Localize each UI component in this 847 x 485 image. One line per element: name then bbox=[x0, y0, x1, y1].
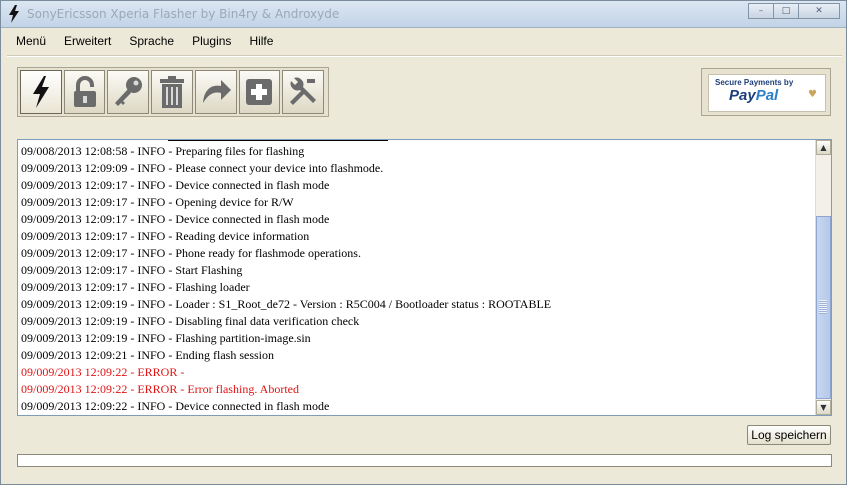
log-line: 09/009/2013 12:09:21 - INFO - Ending fla… bbox=[21, 348, 274, 362]
close-button[interactable]: ✕ bbox=[798, 3, 840, 19]
menu-bar: Menü Erweitert Sprache Plugins Hilfe bbox=[7, 29, 282, 53]
unlock-button[interactable] bbox=[63, 70, 106, 114]
log-line: 09/009/2013 12:09:17 - INFO - Flashing l… bbox=[21, 280, 250, 294]
log-line: 09/009/2013 12:09:19 - INFO - Flashing p… bbox=[21, 331, 311, 345]
menu-erweitert[interactable]: Erweitert bbox=[55, 29, 120, 53]
menu-hilfe[interactable]: Hilfe bbox=[240, 29, 282, 53]
log-line: 09/009/2013 12:09:17 - INFO - Device con… bbox=[21, 212, 330, 226]
log-line: 09/009/2013 12:09:09 - INFO - Please con… bbox=[21, 161, 384, 175]
progress-bar bbox=[17, 454, 832, 467]
menu-divider bbox=[7, 55, 842, 57]
paypal-caption: Secure Payments by bbox=[715, 78, 794, 87]
maximize-button[interactable]: □ bbox=[773, 3, 799, 19]
log-list: 09/008/2013 12:08:58 - INFO - Preparing … bbox=[21, 143, 811, 415]
log-line: 09/009/2013 12:09:22 - INFO - Device con… bbox=[21, 399, 330, 413]
scroll-up-arrow-icon[interactable]: ▲ bbox=[816, 140, 831, 155]
scroll-grip-icon bbox=[819, 300, 827, 314]
key-icon bbox=[115, 77, 143, 106]
wrench-icon bbox=[290, 77, 317, 105]
key-button[interactable] bbox=[107, 70, 150, 114]
log-line: 09/009/2013 12:09:17 - INFO - Reading de… bbox=[21, 229, 310, 243]
unlock-icon bbox=[73, 76, 96, 107]
log-line: 09/009/2013 12:09:17 - INFO - Device con… bbox=[21, 178, 330, 192]
title-bar[interactable]: SonyEricsson Xperia Flasher by Bin4ry & … bbox=[1, 1, 846, 28]
paypal-donate-button[interactable]: Secure Payments by PayPal ♥ bbox=[701, 68, 831, 116]
log-line: 09/009/2013 12:09:22 - ERROR - bbox=[21, 365, 185, 379]
log-line: 09/009/2013 12:09:17 - INFO - Opening de… bbox=[21, 195, 294, 209]
log-panel[interactable]: 09/008/2013 12:08:58 - INFO - Preparing … bbox=[17, 139, 832, 416]
window-title: SonyEricsson Xperia Flasher by Bin4ry & … bbox=[27, 7, 340, 21]
log-line: 09/009/2013 12:09:19 - INFO - Loader : S… bbox=[21, 297, 552, 311]
paypal-badge: Secure Payments by PayPal ♥ bbox=[708, 74, 826, 112]
redo-arrow-icon bbox=[202, 80, 231, 103]
log-line: 09/009/2013 12:09:22 - ERROR - Error fla… bbox=[21, 382, 299, 396]
log-divider bbox=[168, 140, 388, 141]
scroll-down-arrow-icon[interactable]: ▼ bbox=[816, 400, 831, 415]
log-scrollbar[interactable]: ▲ ▼ bbox=[815, 140, 831, 415]
flash-icon bbox=[9, 5, 19, 23]
menu-plugins[interactable]: Plugins bbox=[183, 29, 240, 53]
log-line: 09/009/2013 12:09:19 - INFO - Disabling … bbox=[21, 314, 360, 328]
flash-icon bbox=[32, 76, 49, 108]
add-button[interactable] bbox=[238, 70, 281, 114]
menu-sprache[interactable]: Sprache bbox=[120, 29, 183, 53]
heart-icon: ♥ bbox=[808, 89, 817, 100]
minimize-button[interactable]: – bbox=[748, 3, 774, 19]
toolbar bbox=[17, 67, 329, 117]
log-line: 09/008/2013 12:08:58 - INFO - Preparing … bbox=[21, 144, 305, 158]
delete-button[interactable] bbox=[151, 70, 193, 114]
log-line: 09/009/2013 12:09:17 - INFO - Start Flas… bbox=[21, 263, 243, 277]
save-log-button[interactable]: Log speichern bbox=[747, 425, 831, 445]
menu-menue[interactable]: Menü bbox=[7, 29, 55, 53]
add-icon bbox=[246, 79, 273, 105]
log-line: 09/009/2013 12:09:17 - INFO - Phone read… bbox=[21, 246, 361, 260]
flash-button[interactable] bbox=[20, 70, 62, 114]
redo-button[interactable] bbox=[194, 70, 237, 114]
app-window: SonyEricsson Xperia Flasher by Bin4ry & … bbox=[0, 0, 847, 485]
trash-icon bbox=[160, 76, 185, 108]
paypal-logo: PayPal bbox=[729, 87, 779, 104]
tools-button[interactable] bbox=[282, 70, 325, 114]
